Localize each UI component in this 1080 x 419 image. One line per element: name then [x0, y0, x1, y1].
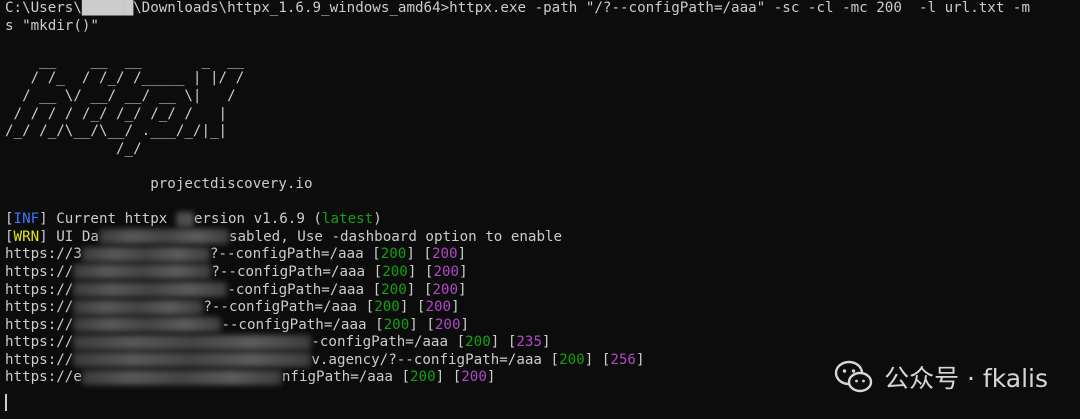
result-row: https://?--configPath=/aaa [200] [200]: [5, 299, 460, 316]
terminal-output: C:\Users\██████\Downloads\httpx_1.6.9_wi…: [5, 0, 1075, 387]
content-length: 200: [434, 316, 461, 333]
result-row: https://3 ?--configPath=/aaa [200] [200]: [5, 246, 467, 263]
banner-line: / / / / /_/ /_/ /_/ / |: [5, 105, 228, 122]
latest-label: latest: [321, 211, 374, 228]
content-length: 200: [433, 263, 460, 280]
banner-site: projectdiscovery.io: [150, 175, 313, 192]
status-code: 200: [374, 299, 400, 316]
redacted-block: [175, 211, 194, 227]
content-length: 200: [425, 299, 452, 316]
info-tag: INF: [13, 211, 40, 228]
status-code: 200: [559, 351, 585, 368]
result-row: https://-configPath=/aaa [200] [235]: [5, 334, 551, 351]
content-length: 200: [431, 246, 458, 263]
content-length: 200: [461, 369, 487, 386]
redacted-url: [73, 264, 212, 280]
content-length: 235: [516, 334, 542, 351]
wechat-icon: [834, 360, 873, 393]
text-cursor[interactable]: [5, 394, 7, 411]
redacted-url: [81, 246, 210, 262]
redacted-url: [73, 334, 312, 350]
info-message: [INF] Current httpx ersion v1.6.9 (lates…: [5, 211, 382, 228]
redacted-url: [81, 369, 282, 385]
status-code: 200: [383, 316, 410, 333]
banner-line: /_/ /_/\__/\__/ .___/_/|_|: [5, 123, 228, 140]
ascii-banner: __ __ __ _ __ / /_ / /_/ /_____ | |/ / /…: [5, 53, 1075, 159]
watermark: 公众号 · fkalis: [834, 359, 1048, 395]
redacted-url: [73, 352, 312, 368]
content-length: 200: [432, 281, 458, 298]
result-row: https://?--configPath=/aaa [200] [200]: [5, 263, 468, 280]
watermark-text: 公众号 · fkalis: [884, 364, 1048, 393]
result-row: https://--configPath=/aaa [200] [200]: [5, 316, 470, 333]
content-length: 256: [610, 351, 636, 368]
status-code: 200: [465, 334, 491, 351]
redacted-url: [73, 317, 222, 333]
status-code: 200: [410, 369, 436, 386]
banner-line: __ __ __ _ __: [5, 52, 245, 69]
redacted-url: [73, 282, 228, 297]
result-row: https://-configPath=/aaa [200] [200]: [5, 281, 467, 298]
status-code: 200: [382, 263, 408, 280]
command-line-2: s "mkdir()": [5, 17, 99, 34]
warn-message: [WRN] UI Da sabled, Use -dashboard option…: [5, 228, 563, 245]
warn-tag: WRN: [13, 228, 40, 245]
banner-line: / __ \/ __/ __/ __ \| /: [5, 87, 236, 104]
status-code: 200: [380, 246, 407, 263]
status-code: 200: [381, 281, 407, 298]
banner-line: / /_ / /_/ /_____ | |/ /: [5, 70, 245, 87]
redacted-url: [73, 299, 204, 315]
redacted-block: [98, 229, 229, 245]
banner-line: /_/: [5, 140, 142, 157]
command-line-1: C:\Users\██████\Downloads\httpx_1.6.9_wi…: [5, 0, 1030, 16]
